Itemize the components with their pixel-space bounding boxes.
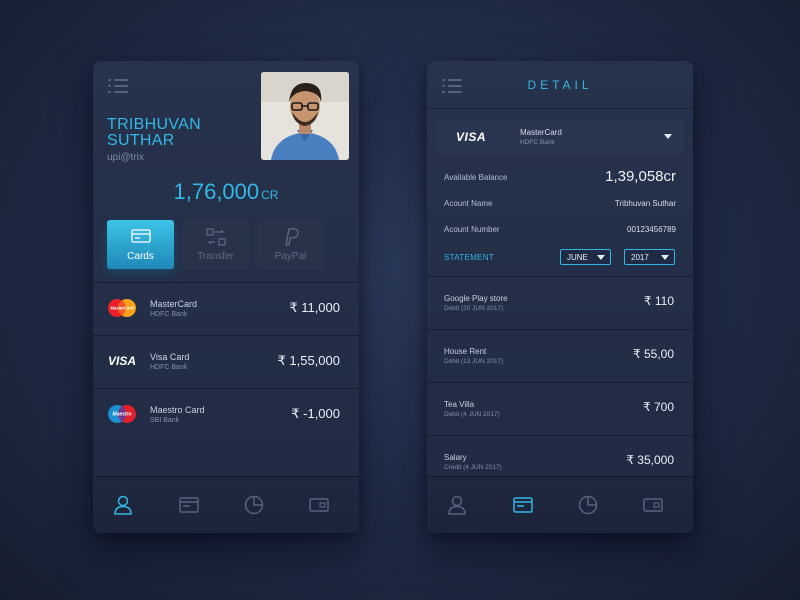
tab-transfer[interactable]: Transfer (182, 220, 249, 269)
wallet-card-icon[interactable] (308, 494, 330, 516)
profile-icon[interactable] (446, 494, 468, 516)
mastercard-logo: MasterCard (108, 299, 136, 317)
profile-icon[interactable] (112, 494, 134, 516)
card-amount: ₹ 1,55,000 (277, 353, 341, 368)
list-item[interactable]: MasterCard MasterCard HDFC Bank ₹ 11,000 (93, 282, 359, 335)
card-name: MasterCard (520, 128, 562, 137)
card-icon (131, 229, 151, 243)
total-balance: 1,76,000 CR (93, 179, 359, 205)
tab-paypal[interactable]: PayPal (257, 220, 324, 269)
tab-label: Transfer (197, 251, 234, 262)
svg-text:VISA: VISA (108, 354, 136, 368)
transaction-date: Credit (4 JUN 2017) (444, 464, 502, 471)
account-name-row: Acount Name Tribhuvan Suthar (444, 199, 676, 213)
pie-chart-icon[interactable] (243, 494, 265, 516)
transaction-amount: ₹ 700 (643, 400, 674, 414)
month-value: JUNE (567, 253, 588, 262)
user-name: TRIBHUVAN SUTHAR (107, 116, 201, 149)
paypal-icon (285, 228, 299, 246)
list-item[interactable]: VISA Visa Card HDFC Bank ₹ 1,55,000 (93, 335, 359, 388)
card-amount: ₹ -1,000 (291, 406, 340, 421)
menu-icon[interactable] (108, 79, 128, 95)
card-amount: ₹ 11,000 (289, 300, 340, 315)
tab-cards[interactable]: Cards (107, 220, 174, 269)
bottom-nav (427, 476, 693, 533)
detail-label: Acount Name (444, 199, 493, 208)
detail-screen: DETAIL VISA MasterCard HDFC Bank Availab… (427, 61, 693, 533)
svg-text:Maestro: Maestro (112, 412, 131, 418)
year-value: 2017 (631, 253, 649, 262)
detail-value: Tribhuvan Suthar (614, 199, 676, 208)
visa-logo: VISA (108, 354, 136, 368)
statement-label: STATEMENT (444, 253, 494, 262)
card-name: Visa Card (150, 352, 190, 362)
available-balance-row: Available Balance 1,39,058cr (444, 168, 676, 187)
svg-text:MasterCard: MasterCard (110, 306, 133, 311)
bottom-nav (93, 476, 359, 533)
detail-value: 1,39,058cr (605, 168, 676, 185)
list-item[interactable]: Maestro Maestro Card SBI Bank ₹ -1,000 (93, 388, 359, 441)
chevron-down-icon (661, 255, 669, 260)
year-select[interactable]: 2017 (624, 249, 675, 265)
chevron-down-icon (664, 134, 672, 139)
detail-label: Acount Number (444, 225, 500, 234)
transaction-list: Google Play store Debit (20 JUN 2017) ₹ … (427, 276, 693, 488)
profile-photo[interactable] (261, 72, 349, 160)
tab-label: PayPal (274, 251, 307, 262)
payment-tabs: Cards Transfer PayPal (107, 220, 325, 269)
card-selector[interactable]: VISA MasterCard HDFC Bank (436, 120, 685, 153)
month-select[interactable]: JUNE (560, 249, 611, 265)
detail-label: Available Balance (444, 173, 508, 182)
transaction-date: Debit (20 JUN 2017) (444, 305, 504, 312)
card-bank: HDFC Bank (150, 364, 188, 371)
statement-icon[interactable] (178, 494, 200, 516)
tab-label: Cards (127, 251, 154, 262)
statement-filter: STATEMENT JUNE 2017 (444, 249, 676, 265)
card-bank: HDFC Bank (520, 139, 555, 146)
list-item[interactable]: House Rent Debit (13 JUN 2017) ₹ 55,00 (427, 329, 693, 382)
transaction-date: Debit (4 JUN 2017) (444, 411, 500, 418)
transaction-amount: ₹ 35,000 (626, 453, 674, 467)
list-item[interactable]: Google Play store Debit (20 JUN 2017) ₹ … (427, 276, 693, 329)
transaction-amount: ₹ 110 (643, 294, 674, 308)
card-list: MasterCard MasterCard HDFC Bank ₹ 11,000… (93, 282, 359, 441)
transaction-amount: ₹ 55,00 (633, 347, 674, 361)
maestro-logo: Maestro (108, 405, 136, 423)
card-name: MasterCard (150, 299, 198, 309)
balance-currency: CR (261, 188, 279, 202)
card-bank: HDFC Bank (150, 311, 188, 318)
transfer-icon (206, 228, 226, 246)
account-number-row: Acount Number 00123456789 (444, 225, 676, 239)
pie-chart-icon[interactable] (577, 494, 599, 516)
upi-handle: upi@trix (107, 152, 144, 163)
transaction-name: Google Play store (444, 294, 508, 303)
card-bank: SBI Bank (150, 417, 180, 424)
page-title: DETAIL (527, 78, 593, 92)
visa-logo: VISA (456, 130, 487, 144)
statement-icon[interactable] (512, 494, 534, 516)
balance-amount: 1,76,000 (173, 179, 260, 204)
card-name: Maestro Card (150, 405, 205, 415)
transaction-name: Tea Villa (444, 400, 475, 409)
wallet-screen: TRIBHUVAN SUTHAR upi@trix 1,76,000 CR Car… (93, 61, 359, 533)
transaction-date: Debit (13 JUN 2017) (444, 358, 504, 365)
transaction-name: House Rent (444, 347, 487, 356)
list-item[interactable]: Tea Villa Debit (4 JUN 2017) ₹ 700 (427, 382, 693, 435)
detail-value: 00123456789 (627, 225, 676, 234)
transaction-name: Salary (444, 453, 467, 462)
wallet-card-icon[interactable] (642, 494, 664, 516)
chevron-down-icon (597, 255, 605, 260)
